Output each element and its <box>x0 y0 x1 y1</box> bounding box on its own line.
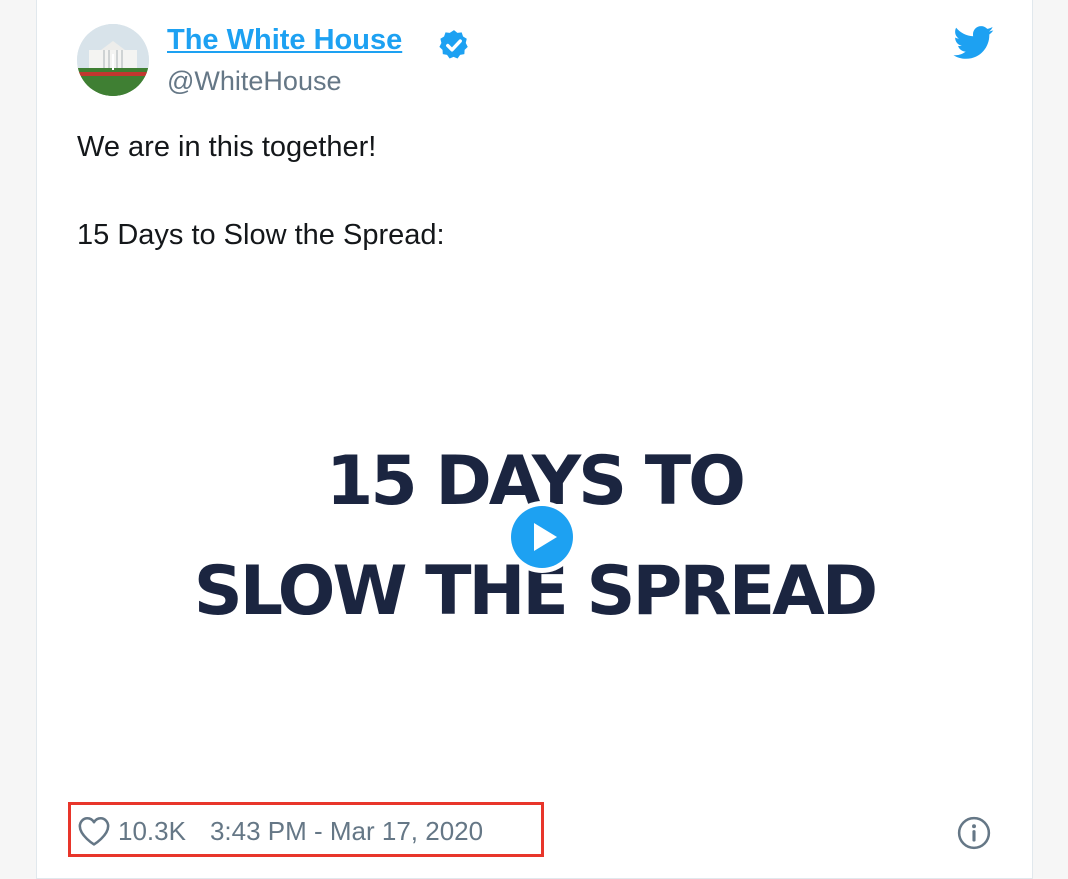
tweet-timestamp[interactable]: 3:43 PM - Mar 17, 2020 <box>210 816 483 847</box>
handle-text: @WhiteHouse <box>167 66 342 96</box>
white-house-image <box>77 24 149 96</box>
twitter-bird-icon[interactable] <box>953 26 995 60</box>
like-count[interactable]: 10.3K <box>118 816 186 847</box>
display-name-link[interactable]: The White House <box>167 24 402 57</box>
tweet-footer: 10.3K 3:43 PM - Mar 17, 2020 <box>77 806 483 856</box>
video-media[interactable]: 15 DAYS TO SLOW THE SPREAD <box>77 280 992 780</box>
avatar[interactable] <box>77 24 149 96</box>
play-icon[interactable] <box>504 499 580 575</box>
verified-badge-icon <box>439 30 468 59</box>
heart-icon[interactable] <box>77 815 111 847</box>
tweet-card: The White House @WhiteHouse We are in th… <box>36 0 1033 879</box>
info-icon[interactable] <box>957 816 991 850</box>
tweet-text-line: 15 Days to Slow the Spread: <box>77 219 445 251</box>
tweet-text-line: We are in this together! <box>77 131 377 163</box>
